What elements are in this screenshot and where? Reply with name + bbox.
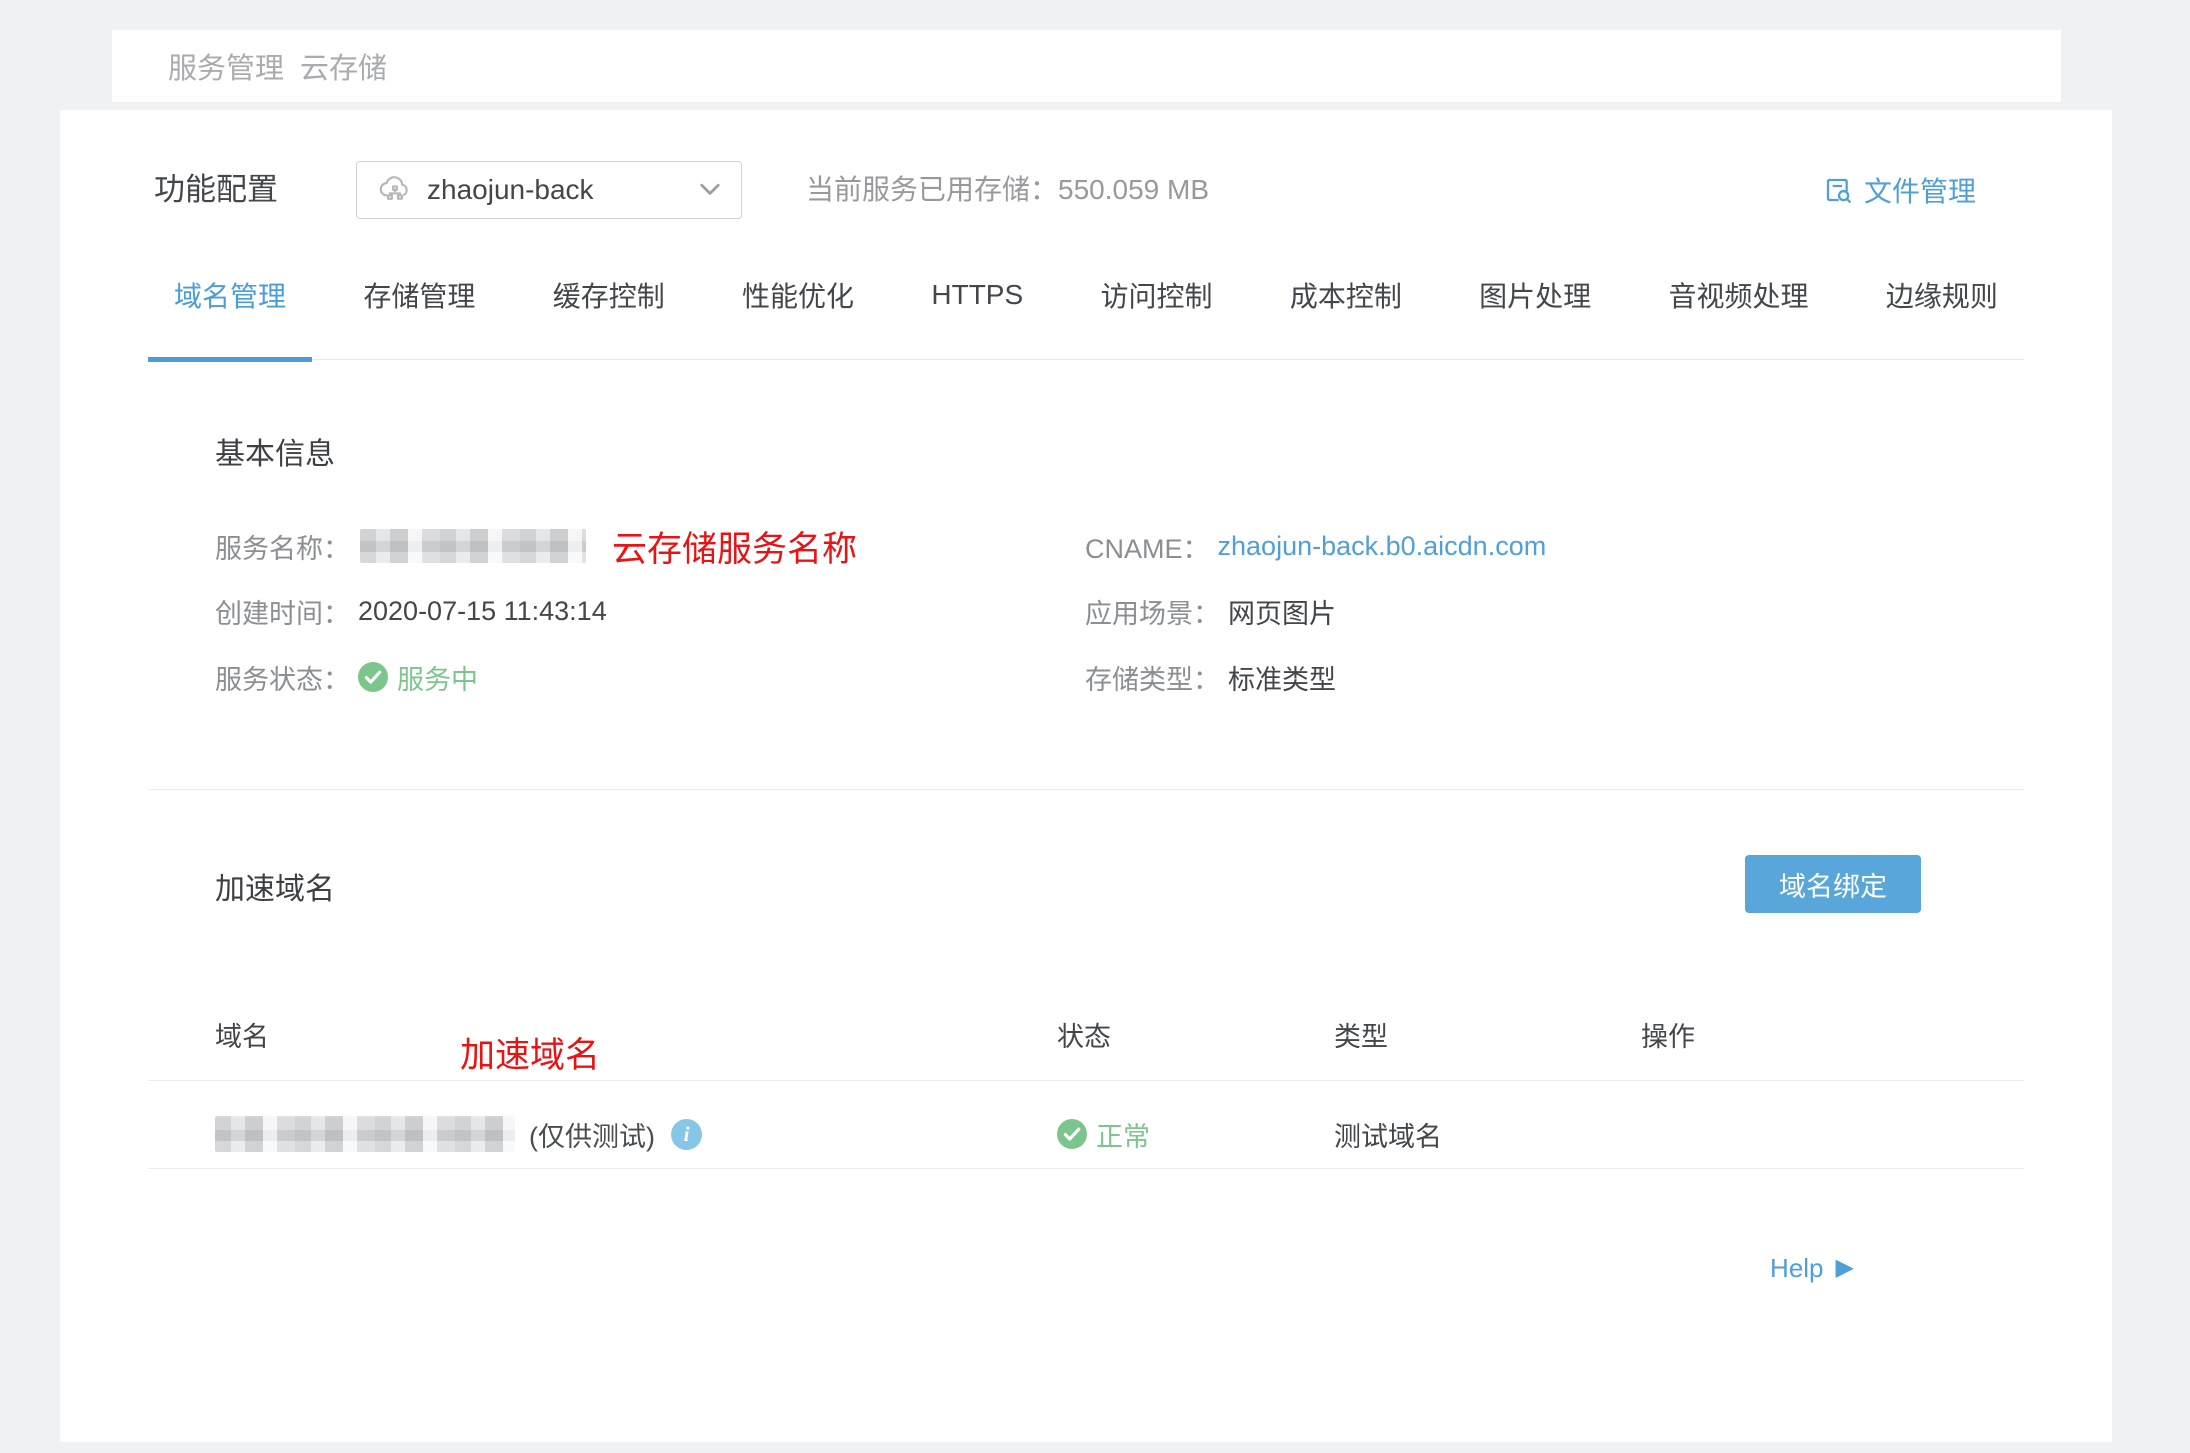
section-divider (148, 789, 2024, 790)
storage-type-label: 存储类型： (1085, 658, 1220, 697)
tab-edge-rules[interactable]: 边缘规则 (1860, 230, 2024, 359)
page-title: 功能配置 (154, 162, 278, 218)
cloud-service-icon (377, 172, 413, 208)
row-status-value: 正常 (1096, 1115, 1150, 1154)
cname-row: CNAME： zhaojun-back.b0.aicdn.com (1085, 518, 1546, 574)
tab-cache-control[interactable]: 缓存控制 (527, 230, 691, 359)
help-label: Help (1770, 1253, 1823, 1284)
breadcrumb-service-management[interactable]: 服务管理 (168, 45, 284, 87)
storage-type-value: 标准类型 (1228, 658, 1336, 697)
domain-annotation: 加速域名 (460, 1028, 600, 1084)
service-name-annotation: 云存储服务名称 (612, 521, 857, 572)
table-row-status-cell: 正常 (1057, 1100, 1150, 1168)
created-row: 创建时间： 2020-07-15 11:43:14 (215, 583, 607, 639)
column-header-actions: 操作 (1641, 1010, 1695, 1064)
cname-label: CNAME： (1085, 527, 1210, 566)
screen: 服务管理 云存储 功能配置 zhaojun-back 当前服务已用存储：5 (0, 0, 2190, 1453)
service-selector-dropdown[interactable]: zhaojun-back (356, 161, 742, 219)
help-link[interactable]: Help ▶ (1770, 1240, 1854, 1296)
created-value: 2020-07-15 11:43:14 (358, 596, 607, 627)
chevron-down-icon (699, 183, 721, 197)
tab-av-processing[interactable]: 音视频处理 (1643, 230, 1835, 359)
tab-domain-management[interactable]: 域名管理 (148, 230, 312, 359)
storage-usage-label: 当前服务已用存储： (806, 174, 1058, 205)
tab-storage-management[interactable]: 存储管理 (337, 230, 501, 359)
domain-redacted (215, 1116, 515, 1152)
column-header-status: 状态 (1057, 1010, 1111, 1064)
help-arrow-icon: ▶ (1836, 1256, 1854, 1280)
service-selector-value: zhaojun-back (427, 174, 685, 206)
scenario-label: 应用场景： (1085, 592, 1220, 631)
status-value: 服务中 (397, 658, 478, 697)
service-name-row: 服务名称： 云存储服务名称 (215, 518, 857, 574)
bind-domain-button[interactable]: 域名绑定 (1745, 855, 1921, 913)
storage-usage-value: 550.059 MB (1058, 174, 1209, 205)
storage-type-row: 存储类型： 标准类型 (1085, 649, 1336, 705)
basic-info-heading: 基本信息 (215, 428, 335, 482)
tab-cost-control[interactable]: 成本控制 (1264, 230, 1428, 359)
column-header-type: 类型 (1334, 1010, 1388, 1064)
status-check-icon (358, 662, 388, 692)
service-name-label: 服务名称： (215, 527, 350, 566)
cname-link[interactable]: zhaojun-back.b0.aicdn.com (1218, 531, 1547, 562)
service-name-redacted (360, 529, 586, 563)
file-manager-label: 文件管理 (1864, 170, 1976, 210)
status-label: 服务状态： (215, 658, 350, 697)
file-manager-icon (1822, 174, 1854, 206)
file-manager-link[interactable]: 文件管理 (1822, 162, 1976, 218)
status-check-icon (1057, 1119, 1087, 1149)
table-row-divider (148, 1168, 2024, 1169)
breadcrumb: 服务管理 云存储 (112, 30, 2061, 102)
tab-performance[interactable]: 性能优化 (716, 230, 880, 359)
table-header-divider (148, 1080, 2024, 1081)
domain-test-suffix: (仅供测试) (529, 1115, 655, 1154)
column-header-domain: 域名 (215, 1010, 269, 1064)
breadcrumb-cloud-storage[interactable]: 云存储 (300, 45, 387, 87)
table-row-domain-cell: (仅供测试) i (215, 1100, 702, 1168)
scenario-row: 应用场景： 网页图片 (1085, 583, 1336, 639)
status-row: 服务状态： 服务中 (215, 649, 478, 705)
scenario-value: 网页图片 (1228, 592, 1336, 631)
storage-usage: 当前服务已用存储：550.059 MB (806, 162, 1209, 218)
tab-bar: 域名管理 存储管理 缓存控制 性能优化 HTTPS 访问控制 成本控制 图片处理… (148, 230, 2024, 360)
tab-image-processing[interactable]: 图片处理 (1453, 230, 1617, 359)
info-icon[interactable]: i (671, 1119, 702, 1150)
tab-access-control[interactable]: 访问控制 (1074, 230, 1238, 359)
main-card: 功能配置 zhaojun-back 当前服务已用存储：550.059 MB (60, 110, 2112, 1442)
tab-https[interactable]: HTTPS (905, 230, 1049, 359)
domains-heading: 加速域名 (215, 863, 335, 917)
table-row-type-cell: 测试域名 (1334, 1100, 1442, 1168)
created-label: 创建时间： (215, 592, 350, 631)
